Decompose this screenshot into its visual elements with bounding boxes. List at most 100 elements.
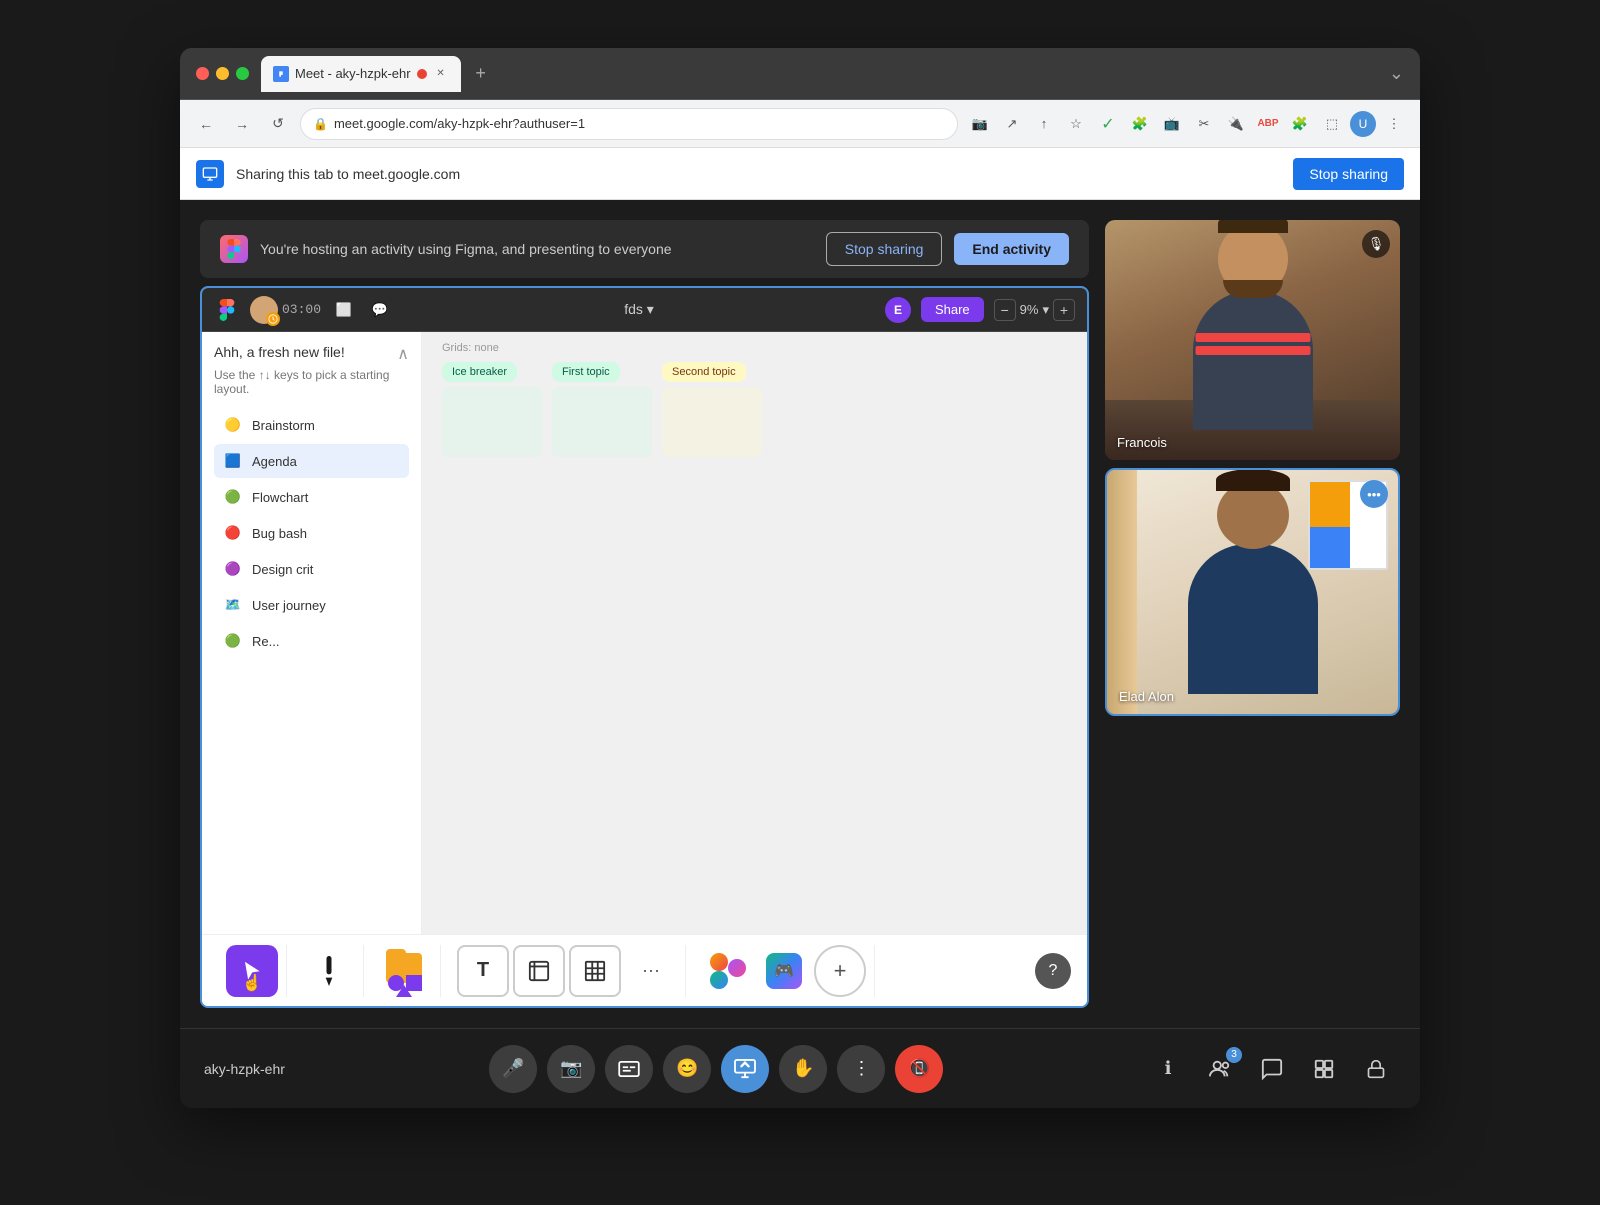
template-agenda-label: Agenda: [252, 454, 297, 469]
back-button[interactable]: ←: [192, 110, 220, 138]
raise-hand-button[interactable]: ✋: [779, 1045, 827, 1093]
user-avatar[interactable]: U: [1350, 111, 1376, 137]
figma-filename[interactable]: fds ▾: [403, 301, 875, 318]
captions-button[interactable]: [605, 1045, 653, 1093]
text-tool-button[interactable]: T: [457, 945, 509, 997]
meet-main: You're hosting an activity using Figma, …: [180, 200, 1420, 1028]
window-menu-icon[interactable]: ⌄: [1389, 63, 1404, 84]
figma-menu-icon[interactable]: [214, 297, 240, 323]
canvas-card-first-topic: First topic: [552, 362, 620, 382]
figma-layout-icon[interactable]: ⬜: [331, 297, 357, 323]
template-agenda[interactable]: 🟦 Agenda: [214, 444, 409, 478]
figma-zoom-controls: − 9% ▾ +: [994, 299, 1075, 321]
share-icon[interactable]: ↑: [1030, 110, 1058, 138]
meet-extras: ℹ 3: [1148, 1049, 1396, 1089]
video-tile-francois: 🎙 Francois: [1105, 220, 1400, 460]
meeting-info-button[interactable]: ℹ: [1148, 1049, 1188, 1089]
forward-button[interactable]: →: [228, 110, 256, 138]
zoom-level: 9%: [1020, 302, 1039, 317]
extension-icon-1[interactable]: 🧩: [1126, 110, 1154, 138]
chrome-stop-sharing-button[interactable]: Stop sharing: [1293, 158, 1404, 190]
address-bar[interactable]: 🔒 meet.google.com/aky-hzpk-ehr?authuser=…: [300, 108, 958, 140]
browser-window: Meet - aky-hzpk-ehr ✕ + ⌄ ← → ↺ 🔒 meet.g…: [180, 48, 1420, 1108]
puzzle-icon[interactable]: 🧩: [1286, 110, 1314, 138]
figma-timer: 03:00: [282, 302, 321, 317]
maximize-window-button[interactable]: [236, 67, 249, 80]
tab-close-button[interactable]: ✕: [433, 66, 449, 82]
more-options-button[interactable]: ⋮: [837, 1045, 885, 1093]
widget-1-button[interactable]: [702, 945, 754, 997]
chat-button[interactable]: [1252, 1049, 1292, 1089]
figma-user-avatar-small: [250, 296, 278, 324]
google-password-icon[interactable]: ✓: [1094, 110, 1122, 138]
end-activity-button[interactable]: End activity: [954, 233, 1069, 265]
figma-sidebar: Ahh, a fresh new file! ∧ Use the ↑↓ keys…: [202, 332, 422, 934]
extension-icon-3[interactable]: ✂: [1190, 110, 1218, 138]
end-call-button[interactable]: 📵: [895, 1045, 943, 1093]
sidebar-icon[interactable]: ⬚: [1318, 110, 1346, 138]
pen-tool-button[interactable]: [303, 945, 355, 997]
zoom-in-button[interactable]: +: [1053, 299, 1075, 321]
francois-name-label: Francois: [1117, 435, 1167, 450]
share-tab-icon: [196, 160, 224, 188]
emoji-button[interactable]: 😊: [663, 1045, 711, 1093]
template-re[interactable]: 🟢 Re...: [214, 624, 409, 658]
template-re-label: Re...: [252, 634, 279, 649]
help-button[interactable]: ?: [1035, 953, 1071, 989]
tab-bar: Meet - aky-hzpk-ehr ✕ +: [261, 56, 1377, 92]
bookmark-icon[interactable]: ☆: [1062, 110, 1090, 138]
cast-icon[interactable]: 📷: [966, 110, 994, 138]
template-user-journey[interactable]: 🗺️ User journey: [214, 588, 409, 622]
shape-tool-button[interactable]: [380, 945, 432, 997]
new-tab-button[interactable]: +: [467, 60, 495, 88]
microphone-button[interactable]: 🎤: [489, 1045, 537, 1093]
table-tool-button[interactable]: [569, 945, 621, 997]
meet-controls: 🎤 📷 😊 ✋ ⋮ 📵: [489, 1045, 943, 1093]
template-brainstorm[interactable]: 🟡 Brainstorm: [214, 408, 409, 442]
template-flowchart[interactable]: 🟢 Flowchart: [214, 480, 409, 514]
design-crit-icon: 🟣: [224, 560, 242, 578]
figma-shape-group: [372, 945, 441, 997]
canvas-area-ice: [442, 387, 542, 457]
elad-options-button[interactable]: •••: [1360, 480, 1388, 508]
figma-share-button[interactable]: Share: [921, 297, 984, 322]
more-tools-button[interactable]: ···: [625, 945, 677, 997]
figma-canvas[interactable]: Grids: none Ice breaker First topic Seco…: [422, 332, 1087, 934]
refresh-button[interactable]: ↺: [264, 110, 292, 138]
chrome-menu-icon[interactable]: ⋮: [1380, 110, 1408, 138]
extension-icon-abp[interactable]: ABP: [1254, 110, 1282, 138]
active-tab[interactable]: Meet - aky-hzpk-ehr ✕: [261, 56, 461, 92]
figma-sidebar-close-icon[interactable]: ∧: [397, 344, 409, 364]
lock-button[interactable]: [1356, 1049, 1396, 1089]
stop-sharing-meet-button[interactable]: Stop sharing: [826, 232, 943, 266]
present-button[interactable]: [721, 1045, 769, 1093]
meet-bottom-bar: aky-hzpk-ehr 🎤 📷 😊: [180, 1028, 1420, 1108]
agenda-icon: 🟦: [224, 452, 242, 470]
select-tool-button[interactable]: ☝: [226, 945, 278, 997]
frame-tool-button[interactable]: [513, 945, 565, 997]
figma-comment-icon[interactable]: 💬: [367, 297, 393, 323]
template-bug-bash[interactable]: 🔴 Bug bash: [214, 516, 409, 550]
extension-icon-4[interactable]: 🔌: [1222, 110, 1250, 138]
video-panel: 🎙 Francois: [1105, 220, 1400, 1008]
figma-sidebar-sub: Use the ↑↓ keys to pick a starting layou…: [214, 368, 409, 396]
activities-button[interactable]: [1304, 1049, 1344, 1089]
traffic-lights: [196, 67, 249, 80]
canvas-area-second: [662, 387, 762, 457]
flowchart-icon: 🟢: [224, 488, 242, 506]
template-design-crit[interactable]: 🟣 Design crit: [214, 552, 409, 586]
figma-container: You're hosting an activity using Figma, …: [200, 220, 1089, 1008]
sharing-text: Sharing this tab to meet.google.com: [236, 166, 1281, 182]
minimize-window-button[interactable]: [216, 67, 229, 80]
camera-button[interactable]: 📷: [547, 1045, 595, 1093]
external-link-icon[interactable]: ↗: [998, 110, 1026, 138]
zoom-out-button[interactable]: −: [994, 299, 1016, 321]
close-window-button[interactable]: [196, 67, 209, 80]
figma-bottom-toolbar: ☝: [202, 934, 1087, 1006]
people-button[interactable]: 3: [1200, 1049, 1240, 1089]
activity-banner: You're hosting an activity using Figma, …: [200, 220, 1089, 278]
add-widget-button[interactable]: +: [814, 945, 866, 997]
user-journey-icon: 🗺️: [224, 596, 242, 614]
extension-icon-2[interactable]: 📺: [1158, 110, 1186, 138]
widget-2-button[interactable]: 🎮: [758, 945, 810, 997]
